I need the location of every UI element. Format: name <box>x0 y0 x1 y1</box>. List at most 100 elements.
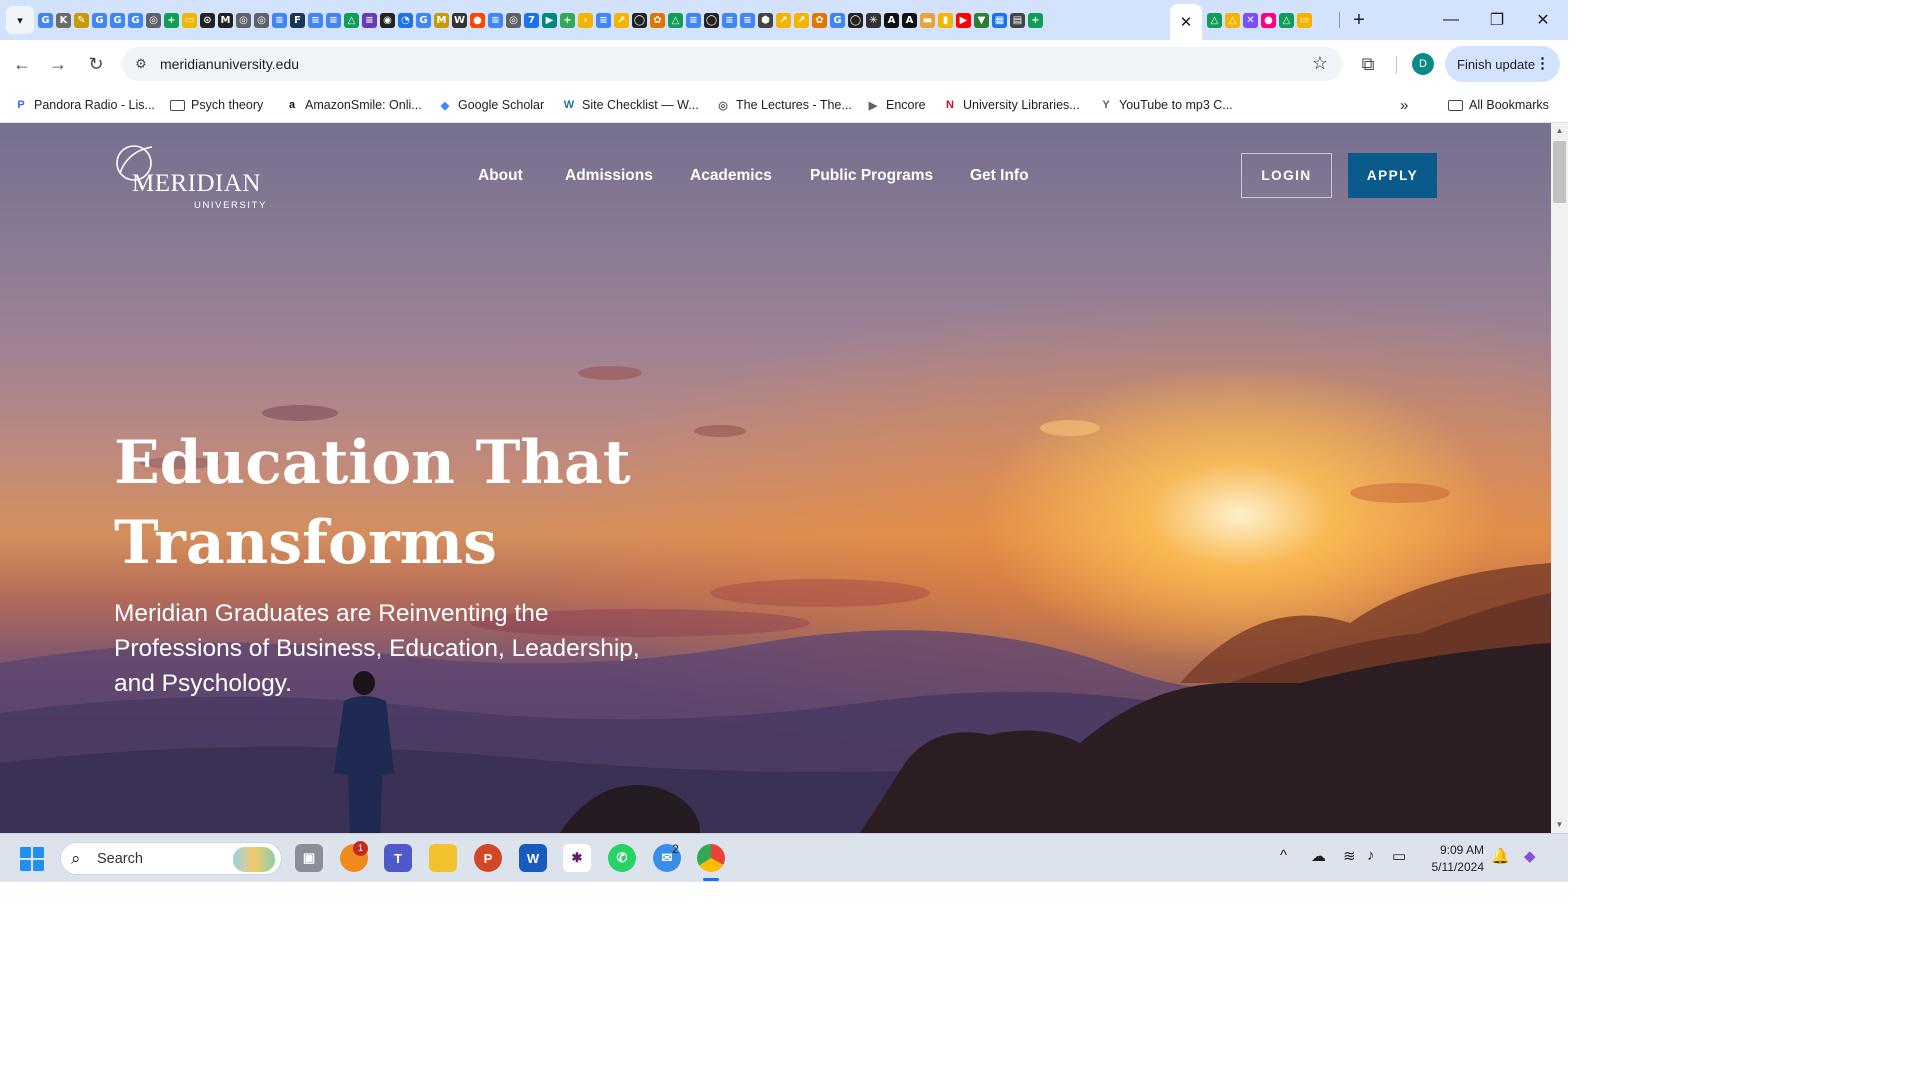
calendar-icon[interactable]: 7 <box>524 12 539 28</box>
slack-icon[interactable]: ✱ <box>563 844 591 872</box>
google-icon[interactable]: G <box>110 12 125 28</box>
chrome-icon[interactable] <box>697 844 725 872</box>
docs-icon[interactable]: ≡ <box>686 12 701 28</box>
app-icon[interactable]: M <box>218 12 233 28</box>
sheets-icon[interactable]: + <box>1028 12 1043 28</box>
app-icon[interactable]: ⊙ <box>200 12 215 28</box>
bookmark-item[interactable]: ◎ The Lectures - The... <box>716 95 852 115</box>
teams-icon[interactable]: T <box>384 844 412 872</box>
bookmark-item[interactable]: Psych theory <box>170 95 263 115</box>
google-icon[interactable]: G <box>830 12 845 28</box>
url-text[interactable]: meridianuniversity.edu <box>160 56 299 72</box>
doc-icon[interactable]: K <box>56 12 71 28</box>
nav-get-info[interactable]: Get Info <box>970 167 1029 185</box>
restore-button[interactable]: ❐ <box>1474 0 1520 40</box>
app-icon[interactable]: ✕ <box>1243 12 1258 28</box>
docs-icon[interactable]: ≡ <box>596 12 611 28</box>
scroll-up-icon[interactable]: ▲ <box>1555 126 1564 135</box>
close-tab-icon[interactable]: ✕ <box>1180 13 1193 31</box>
address-bar[interactable]: ⚙ meridianuniversity.edu ☆ <box>122 47 1342 81</box>
onedrive-icon[interactable]: ☁ <box>1311 847 1326 865</box>
battery-icon[interactable]: ▭ <box>1392 847 1406 865</box>
app-icon[interactable]: ▮ <box>938 12 953 28</box>
app-icon[interactable]: ▬ <box>920 12 935 28</box>
github-icon[interactable]: ◯ <box>704 12 719 28</box>
finish-update-button[interactable]: Finish update ⋮ <box>1445 46 1560 82</box>
docs-icon[interactable]: ≡ <box>488 12 503 28</box>
volume-icon[interactable]: ♪ <box>1367 847 1375 864</box>
drive-icon[interactable]: △ <box>344 12 359 28</box>
globe-icon[interactable]: ◎ <box>146 12 161 28</box>
bookmark-item[interactable]: ◆ Google Scholar <box>438 95 544 115</box>
reload-button[interactable]: ↻ <box>82 50 110 78</box>
app-icon[interactable]: ↗ <box>614 12 629 28</box>
site-info-icon[interactable]: ⚙ <box>132 55 150 73</box>
whatsapp-icon[interactable]: ✆ <box>608 844 636 872</box>
tab-search-button[interactable]: ▾ <box>6 6 34 34</box>
windows-start-button[interactable] <box>20 847 44 871</box>
word-icon[interactable]: W <box>519 844 547 872</box>
app-icon[interactable]: ⬢ <box>758 12 773 28</box>
drive-icon[interactable]: △ <box>668 12 683 28</box>
copilot-icon[interactable]: ◆ <box>1524 847 1536 865</box>
google-icon[interactable]: G <box>416 12 431 28</box>
docs-icon[interactable]: ≡ <box>722 12 737 28</box>
drive-icon[interactable]: △ <box>1207 12 1222 28</box>
all-bookmarks-button[interactable]: All Bookmarks <box>1448 95 1549 115</box>
app-icon[interactable]: ↗ <box>794 12 809 28</box>
active-tab[interactable]: ✕ <box>1170 4 1202 40</box>
globe-icon[interactable]: ◎ <box>254 12 269 28</box>
new-tab-button[interactable]: + <box>1346 6 1372 34</box>
notification-bell-icon[interactable]: 🔔 <box>1491 847 1510 865</box>
app-icon[interactable]: ✳ <box>866 12 881 28</box>
bookmark-star-icon[interactable]: ☆ <box>1312 53 1328 74</box>
sheets-icon[interactable]: + <box>164 12 179 28</box>
bookmark-item[interactable]: Y YouTube to mp3 C... <box>1099 95 1232 115</box>
app-icon[interactable]: ↗ <box>776 12 791 28</box>
docs-icon[interactable]: ≡ <box>740 12 755 28</box>
globe-icon[interactable]: ◎ <box>506 12 521 28</box>
extensions-icon[interactable]: ⧉ <box>1356 52 1380 76</box>
bookmark-item[interactable]: ▶ Encore <box>866 95 926 115</box>
bookmark-item[interactable]: N University Libraries... <box>943 95 1080 115</box>
bookmark-item[interactable]: P Pandora Radio - Lis... <box>14 95 155 115</box>
forward-button[interactable]: → <box>44 50 72 78</box>
docs-icon[interactable]: ≡ <box>308 12 323 28</box>
minimize-button[interactable]: — <box>1428 0 1474 40</box>
drive-icon[interactable]: △ <box>1279 12 1294 28</box>
globe-icon[interactable]: ◎ <box>236 12 251 28</box>
meridian-logo[interactable]: MERIDIAN UNIVERSITY <box>114 143 265 213</box>
page-scrollbar[interactable]: ▲ ▼ <box>1551 123 1568 833</box>
google-icon[interactable]: G <box>38 12 53 28</box>
nav-about[interactable]: About <box>478 167 523 185</box>
scrollbar-thumb[interactable] <box>1553 141 1566 203</box>
bookmark-item[interactable]: a AmazonSmile: Onli... <box>285 95 422 115</box>
flickr-icon[interactable]: ● <box>1261 12 1276 28</box>
nav-admissions[interactable]: Admissions <box>565 167 653 185</box>
google-icon[interactable]: G <box>128 12 143 28</box>
slides-icon[interactable]: ▭ <box>182 12 197 28</box>
plus-icon[interactable]: + <box>560 12 575 28</box>
taskbar-search[interactable]: ⌕ Search <box>60 842 282 875</box>
app-icon[interactable]: ✿ <box>812 12 827 28</box>
scroll-down-icon[interactable]: ▼ <box>1555 820 1564 829</box>
pencil-icon[interactable]: ✎ <box>74 12 89 28</box>
app-icon[interactable]: ✿ <box>650 12 665 28</box>
app-icon[interactable]: ◉ <box>380 12 395 28</box>
apply-button[interactable]: APPLY <box>1348 153 1437 198</box>
more-bookmarks-button[interactable]: » <box>1400 95 1408 115</box>
file-icon[interactable]: ▤ <box>1010 12 1025 28</box>
slides-icon[interactable]: ▭ <box>1297 12 1312 28</box>
app-icon[interactable]: ◔ <box>398 12 413 28</box>
nav-public-programs[interactable]: Public Programs <box>810 167 933 185</box>
system-clock[interactable]: 9:09 AM 5/11/2024 <box>1418 842 1485 876</box>
back-button[interactable]: ← <box>8 50 36 78</box>
github-icon[interactable]: ◯ <box>848 12 863 28</box>
app-icon[interactable]: › <box>578 12 593 28</box>
text-icon[interactable]: A <box>884 12 899 28</box>
app-icon[interactable]: F <box>290 12 305 28</box>
profile-avatar[interactable]: D <box>1412 53 1434 75</box>
meet-icon[interactable]: ▶ <box>542 12 557 28</box>
bookmark-item[interactable]: W Site Checklist — W... <box>562 95 699 115</box>
reddit-icon[interactable]: ● <box>470 12 485 28</box>
